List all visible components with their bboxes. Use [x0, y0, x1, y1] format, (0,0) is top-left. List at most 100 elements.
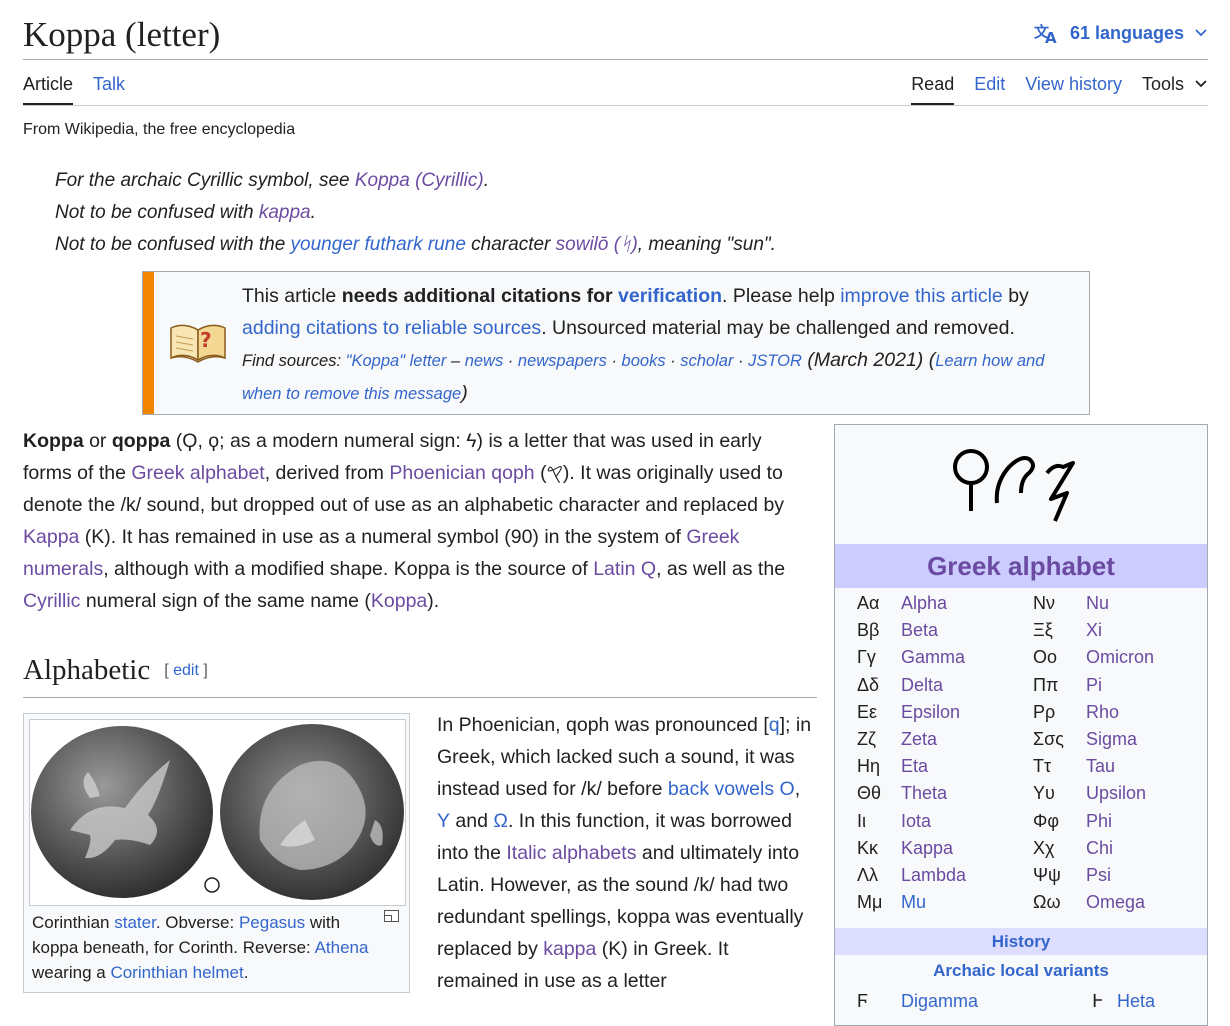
letter-link[interactable]: Eta — [901, 756, 928, 777]
tab-view-history[interactable]: View history — [1025, 74, 1122, 105]
notice-text: – — [446, 352, 465, 370]
hatnote-text: For the archaic Cyrillic symbol, see — [55, 170, 355, 191]
link-find-newspapers[interactable]: newspapers — [518, 352, 607, 370]
link-athena[interactable]: Athena — [315, 938, 369, 957]
infobox-title[interactable]: Greek alphabet — [835, 544, 1207, 588]
letter-link[interactable]: Chi — [1086, 838, 1113, 859]
coin-image[interactable] — [29, 719, 406, 906]
paragraph-text: , although with a modified shape. Koppa … — [103, 558, 594, 580]
lead-paragraph: Koppa or qoppa (Ϙ, ϙ; as a modern numera… — [23, 425, 815, 617]
letter-link[interactable]: Kappa — [901, 838, 953, 859]
link-back-vowels[interactable]: back vowels — [668, 778, 774, 800]
section-title: Alphabetic — [23, 654, 151, 686]
tab-article[interactable]: Article — [23, 74, 74, 105]
letter-link[interactable]: Digamma — [901, 991, 978, 1012]
letter-link[interactable]: Pi — [1086, 675, 1102, 696]
tab-read[interactable]: Read — [911, 74, 955, 105]
letter-link[interactable]: Theta — [901, 783, 947, 804]
link-greek-alphabet[interactable]: Greek alphabet — [131, 462, 264, 484]
letter-link[interactable]: Mu — [901, 892, 926, 913]
view-tabs: Read Edit View history Tools — [911, 74, 1208, 105]
link-find-quoted[interactable]: "Koppa" letter — [346, 352, 447, 370]
paragraph-text: , derived from — [264, 462, 390, 484]
paragraph-text: , — [794, 778, 801, 800]
paragraph-text: , as well as the — [656, 558, 786, 580]
link-corinthian-helmet[interactable]: Corinthian helmet — [110, 963, 243, 982]
link-find-jstor[interactable]: JSTOR — [748, 352, 802, 370]
language-selector[interactable]: 文 A 61 languages — [1034, 22, 1208, 44]
link-stater[interactable]: stater — [114, 913, 156, 932]
tab-talk[interactable]: Talk — [93, 74, 125, 105]
letter-link[interactable]: Heta — [1117, 991, 1155, 1012]
tools-menu[interactable]: Tools — [1142, 74, 1208, 105]
archaic-variants-link[interactable]: Archaic local variants — [835, 961, 1207, 981]
link-kappa[interactable]: kappa — [259, 202, 311, 223]
link-koppa-cyrillic[interactable]: Koppa — [371, 590, 427, 612]
chevron-down-icon — [1194, 74, 1208, 97]
body-paragraph: In Phoenician, qoph was pronounced [q]; … — [437, 709, 812, 997]
hatnote-text: . — [310, 202, 316, 223]
hatnote-text: Not to be confused with the — [55, 234, 291, 255]
letter-link[interactable]: Nu — [1086, 593, 1109, 614]
separator: · — [606, 352, 622, 370]
letter-glyph: Ηη — [857, 756, 881, 777]
link-kappa[interactable]: kappa — [543, 938, 596, 960]
link-improve-article[interactable]: improve this article — [840, 285, 1003, 307]
letter-glyph: Λλ — [857, 865, 879, 885]
letter-link[interactable]: Omega — [1086, 892, 1145, 913]
letter-link[interactable]: Psi — [1086, 865, 1111, 886]
separator: · — [733, 352, 749, 370]
link-cyrillic[interactable]: Cyrillic — [23, 590, 80, 612]
notice-severity-bar — [143, 272, 154, 414]
letter-link[interactable]: Gamma — [901, 647, 965, 668]
separator: · — [665, 352, 681, 370]
section-edit-link[interactable]: edit — [173, 662, 199, 679]
link-sowilo[interactable]: sowilō (ᛋ) — [556, 234, 638, 255]
history-link[interactable]: History — [835, 928, 1207, 955]
link-find-books[interactable]: books — [622, 352, 666, 370]
letter-link[interactable]: Xi — [1086, 620, 1102, 641]
hatnote: For the archaic Cyrillic symbol, see Kop… — [55, 165, 489, 197]
letter-link[interactable]: Beta — [901, 620, 938, 641]
letter-link[interactable]: Zeta — [901, 729, 937, 750]
letter-link[interactable]: Upsilon — [1086, 783, 1146, 804]
separator: · — [503, 352, 518, 370]
letter-link[interactable]: Sigma — [1086, 729, 1137, 750]
link-italic-alphabets[interactable]: Italic alphabets — [506, 842, 636, 864]
link-verification[interactable]: verification — [618, 285, 722, 307]
tab-edit[interactable]: Edit — [974, 74, 1005, 105]
letter-glyph: Ττ — [1033, 756, 1052, 777]
letter-glyph: Γγ — [857, 647, 876, 668]
letter-link[interactable]: Alpha — [901, 593, 947, 614]
link-pegasus[interactable]: Pegasus — [239, 913, 305, 932]
letter-link[interactable]: Tau — [1086, 756, 1115, 777]
link-latin-q[interactable]: Latin Q — [593, 558, 656, 580]
caption-text: wearing a — [32, 963, 111, 982]
letter-link[interactable]: Rho — [1086, 702, 1119, 723]
section-divider — [23, 697, 817, 698]
link-younger-futhark[interactable]: younger futhark rune — [291, 234, 466, 255]
link-find-news[interactable]: news — [465, 352, 504, 370]
letter-link[interactable]: Epsilon — [901, 702, 960, 723]
letter-glyph: Μμ — [857, 892, 883, 913]
link-upsilon[interactable]: Y — [437, 810, 450, 832]
letter-glyph: Ββ — [857, 620, 880, 641]
letter-glyph: Αα — [857, 593, 880, 613]
letter-glyph: Δδ — [857, 674, 880, 695]
letter-link[interactable]: Omicron — [1086, 647, 1154, 668]
link-find-scholar[interactable]: scholar — [680, 352, 733, 370]
letter-glyph: Κκ — [857, 837, 879, 858]
link-phoenician-qoph[interactable]: Phoenician qoph — [389, 462, 534, 484]
letter-link[interactable]: Phi — [1086, 811, 1112, 832]
letter-link[interactable]: Iota — [901, 811, 931, 832]
link-q[interactable]: q — [769, 714, 780, 736]
enlarge-icon[interactable] — [384, 909, 399, 927]
link-omicron[interactable]: O — [780, 778, 795, 800]
link-koppa-cyrillic[interactable]: Koppa (Cyrillic) — [355, 170, 484, 191]
caption-text: . Obverse: — [155, 913, 239, 932]
letter-link[interactable]: Delta — [901, 675, 943, 696]
link-omega[interactable]: Ω — [493, 810, 508, 832]
link-adding-citations[interactable]: adding citations to reliable sources — [242, 317, 541, 339]
link-kappa[interactable]: Kappa — [23, 526, 79, 548]
letter-link[interactable]: Lambda — [901, 865, 966, 886]
